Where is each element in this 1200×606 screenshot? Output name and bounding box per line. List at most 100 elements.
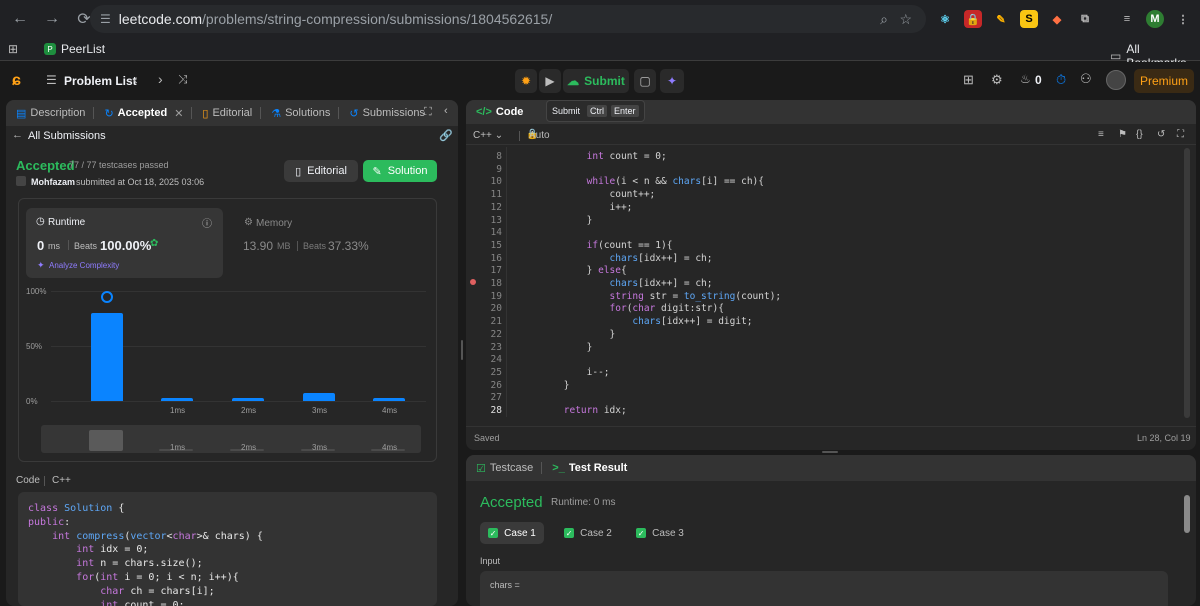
site-info-icon[interactable]: ☰ [100, 12, 111, 26]
layout-icon[interactable]: ⊞ [963, 72, 974, 88]
prev-problem-icon[interactable]: ‹ [133, 71, 138, 87]
tab-divider [260, 107, 262, 119]
fox-extension-icon[interactable]: ◆ [1048, 10, 1066, 28]
all-submissions-link[interactable]: All Submissions [28, 130, 106, 142]
solution-button[interactable]: ✎ Solution [363, 160, 437, 182]
profile-avatar[interactable]: M [1146, 10, 1164, 28]
chart-range-minimap[interactable]: 1ms 2ms 3ms 4ms [41, 425, 421, 453]
case-1-tab[interactable]: ✓ Case 1 [480, 522, 544, 544]
tab-editorial[interactable]: ▯ Editorial [202, 107, 252, 120]
user-avatar[interactable] [1106, 70, 1126, 90]
line-number: 23 [490, 341, 502, 353]
vertical-resize-handle[interactable] [461, 340, 463, 360]
reset-icon[interactable]: ↺ [1157, 129, 1165, 140]
histogram-bar[interactable] [373, 397, 405, 401]
back-arrow-icon[interactable]: ← [6, 5, 34, 33]
browser-menu-icon[interactable]: ⋮ [1174, 10, 1192, 28]
share-link-icon[interactable]: 🔗 [439, 129, 453, 142]
auto-mode[interactable]: Auto [529, 130, 550, 141]
problem-list-icon[interactable]: ☰ [46, 73, 57, 87]
timer-icon[interactable]: ⏱ [1056, 72, 1066, 88]
run-button[interactable]: ▶ [539, 69, 561, 93]
result-scrollbar[interactable] [1184, 495, 1190, 533]
avatar [16, 176, 26, 186]
history-icon: ↺ [349, 107, 359, 120]
editorial-button[interactable]: ▯ Editorial [284, 160, 358, 182]
zoom-icon[interactable]: ⌕ [880, 11, 888, 28]
debug-button[interactable]: ✹ [515, 69, 537, 93]
extensions-puzzle-icon[interactable]: ⧉ [1076, 10, 1094, 28]
runtime-value: 0 [37, 238, 45, 253]
line-number: 21 [490, 316, 502, 328]
tab-divider [191, 107, 193, 119]
cursor-position: Ln 28, Col 19 [1137, 433, 1191, 443]
settings-gear-icon[interactable]: ⚙ [991, 72, 1003, 88]
histogram-bar[interactable] [161, 397, 193, 401]
case-3-label: Case 3 [652, 527, 684, 539]
case-2-tab[interactable]: ✓ Case 2 [556, 522, 620, 544]
problem-list-link[interactable]: Problem List [64, 74, 137, 88]
x-tick-label: 2ms [241, 406, 257, 415]
language-select[interactable]: C++ ⌄ [473, 130, 503, 141]
pen-extension-icon[interactable]: ✎ [992, 10, 1010, 28]
memory-label[interactable]: Memory [256, 218, 292, 229]
premium-button[interactable]: Premium [1134, 69, 1194, 93]
clock-icon: ◷ [36, 216, 45, 227]
ai-assist-button[interactable]: ✦ [660, 69, 684, 93]
tab-description[interactable]: ▤ Description [16, 107, 85, 120]
your-submission-marker[interactable] [101, 291, 113, 303]
editor-panel: </> Code Submit Ctrl Enter C++ ⌄ 🔒 Auto ≡… [466, 100, 1196, 450]
star-icon[interactable]: ☆ [899, 11, 912, 28]
react-extension-icon[interactable]: ⚛ [936, 10, 954, 28]
runtime-box[interactable]: ◷ Runtime ⓘ 0 ms Beats 100.00% ✿ ✦ Analy… [26, 208, 223, 278]
case-2-label: Case 2 [580, 527, 612, 539]
bookmark-icon[interactable]: ⚑ [1118, 129, 1127, 140]
histogram-bar[interactable] [303, 393, 335, 401]
back-arrow-icon[interactable]: ← [12, 129, 23, 141]
tab-solutions[interactable]: ⚗ Solutions [271, 107, 330, 120]
shuffle-icon[interactable]: ⤨ [178, 72, 188, 87]
code-tab[interactable]: </> Code [476, 106, 523, 118]
url-path: /problems/string-compression/submissions… [202, 11, 553, 27]
editor-scrollbar[interactable] [1184, 148, 1190, 418]
collapse-icon[interactable]: ‹ [444, 105, 448, 117]
analyze-complexity-link[interactable]: Analyze Complexity [49, 261, 119, 270]
add-collaborator-icon[interactable]: ⚇ [1080, 71, 1092, 87]
reading-list-icon[interactable]: ≡ [1118, 10, 1136, 28]
minimap-tick-label: 3ms [312, 443, 328, 452]
notes-button[interactable]: ▢ [634, 69, 656, 93]
histogram-bar[interactable] [232, 397, 264, 401]
horizontal-resize-handle[interactable] [822, 451, 838, 453]
tab-submissions[interactable]: ↺ Submissions [349, 107, 425, 120]
next-problem-icon[interactable]: › [158, 71, 163, 87]
maximize-icon[interactable]: ⛶ [424, 106, 432, 119]
tab-test-result[interactable]: >_ Test Result [552, 462, 627, 474]
left-tab-bar: ▤ Description ↻ Accepted ✕ ▯ Editorial ⚗ Solu… [6, 100, 458, 126]
tab-testcase[interactable]: ☑ Testcase [476, 462, 533, 475]
histogram-bar[interactable] [91, 313, 123, 401]
format-icon[interactable]: ≡ [1098, 129, 1104, 140]
runtime-unit: ms [48, 241, 60, 251]
apps-grid-icon[interactable]: ⊞ [8, 42, 18, 56]
lock-extension-icon[interactable]: 🔒 [964, 10, 982, 28]
leetcode-logo-icon[interactable]: ɕ [12, 72, 21, 90]
url-host: leetcode.com [118, 11, 203, 27]
streak-fire-icon[interactable]: ♨ [1020, 72, 1031, 86]
username[interactable]: Mohfazam [31, 177, 75, 187]
editor-code-area[interactable]: 8 int count = 0; 9 10 while(i < n && chars… [466, 147, 1182, 417]
x-tick-label: 4ms [382, 406, 398, 415]
peerlist-bookmark[interactable]: P PeerList [44, 42, 105, 56]
tab-accepted[interactable]: ↻ Accepted ✕ [104, 107, 183, 120]
forward-arrow-icon[interactable]: → [38, 5, 66, 33]
braces-icon[interactable]: {} [1136, 129, 1143, 140]
peerlist-label: PeerList [61, 42, 106, 56]
address-bar[interactable]: ☰ leetcode.com/problems/string-compressi… [90, 5, 926, 33]
s-extension-icon[interactable]: S [1020, 10, 1038, 28]
close-tab-icon[interactable]: ✕ [174, 107, 183, 120]
tab-editorial-label: Editorial [212, 107, 253, 119]
editor-code-line: } [518, 341, 593, 353]
fullscreen-icon[interactable]: ⛶ [1177, 129, 1184, 140]
case-3-tab[interactable]: ✓ Case 3 [628, 522, 692, 544]
submit-button[interactable]: ☁ Submit [563, 69, 629, 93]
info-icon[interactable]: ⓘ [202, 215, 212, 230]
